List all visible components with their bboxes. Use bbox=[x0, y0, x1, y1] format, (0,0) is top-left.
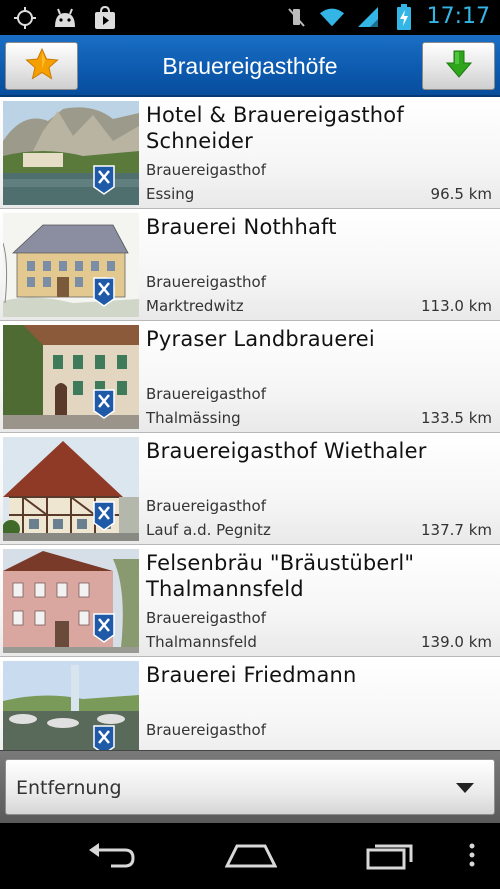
brewery-name: Brauerei Friedmann bbox=[146, 663, 357, 687]
recent-apps-button[interactable] bbox=[364, 837, 416, 877]
brewery-category: Brauereigasthof bbox=[146, 385, 266, 403]
brewery-location: Marktredwitz bbox=[146, 297, 244, 315]
favorites-button[interactable] bbox=[5, 42, 78, 90]
restaurant-marker-icon bbox=[93, 389, 115, 419]
brewery-distance: 137.7 km bbox=[420, 521, 492, 539]
status-bar: 17:17 bbox=[0, 0, 500, 35]
brewery-location: Lauf a.d. Pegnitz bbox=[146, 521, 271, 539]
gps-icon bbox=[12, 5, 38, 31]
status-clock: 17:17 bbox=[426, 4, 490, 29]
list-item[interactable]: Pyraser Landbrauerei Brauereigasthof Tha… bbox=[0, 321, 500, 433]
overflow-menu-button[interactable] bbox=[464, 837, 480, 877]
android-icon bbox=[52, 5, 78, 31]
download-arrow-icon bbox=[444, 49, 474, 83]
star-icon bbox=[24, 47, 59, 84]
action-bar: Brauereigasthöfe bbox=[0, 35, 500, 97]
signal-icon bbox=[355, 4, 381, 30]
restaurant-marker-icon bbox=[93, 725, 115, 750]
brewery-category: Brauereigasthof bbox=[146, 721, 266, 739]
brewery-location: Thalmannsfeld bbox=[146, 633, 257, 651]
brewery-list[interactable]: Hotel & Brauereigasthof Schneider Brauer… bbox=[0, 97, 500, 750]
brewery-category: Brauereigasthof bbox=[146, 609, 266, 627]
list-item[interactable]: Brauerei Friedmann Brauereigasthof bbox=[0, 657, 500, 750]
list-item[interactable]: Brauerei Nothhaft Brauereigasthof Marktr… bbox=[0, 209, 500, 321]
brewery-distance: 133.5 km bbox=[420, 409, 492, 427]
wifi-icon bbox=[319, 4, 345, 30]
sort-dropdown-value: Entfernung bbox=[16, 777, 122, 799]
brewery-category: Brauereigasthof bbox=[146, 273, 266, 291]
navigation-bar bbox=[0, 823, 500, 889]
list-item[interactable]: Brauereigasthof Wiethaler Brauereigastho… bbox=[0, 433, 500, 545]
menu-icon bbox=[468, 842, 476, 872]
thumbnail-photo bbox=[3, 325, 139, 429]
battery-charging-icon bbox=[391, 4, 417, 30]
thumbnail-photo bbox=[3, 213, 139, 317]
sort-bar: Entfernung bbox=[0, 750, 500, 823]
brewery-distance: 96.5 km bbox=[430, 185, 492, 203]
back-button[interactable] bbox=[86, 837, 136, 877]
sort-dropdown[interactable]: Entfernung bbox=[5, 759, 495, 815]
brewery-name: Hotel & Brauereigasthof Schneider bbox=[146, 103, 404, 153]
list-item[interactable]: Felsenbräu "Bräustüberl" Thalmannsfeld B… bbox=[0, 545, 500, 657]
restaurant-marker-icon bbox=[93, 613, 115, 643]
back-icon bbox=[87, 840, 135, 874]
brewery-location: Thalmässing bbox=[146, 409, 241, 427]
brewery-name: Felsenbräu "Bräustüberl" Thalmannsfeld bbox=[146, 551, 415, 601]
brewery-distance: 139.0 km bbox=[420, 633, 492, 651]
play-store-icon bbox=[92, 5, 118, 31]
restaurant-marker-icon bbox=[93, 277, 115, 307]
brewery-name: Brauerei Nothhaft bbox=[146, 215, 337, 239]
thumbnail-photo bbox=[3, 101, 139, 205]
page-title: Brauereigasthöfe bbox=[162, 53, 338, 79]
mute-icon bbox=[283, 4, 309, 30]
dropdown-arrow-icon bbox=[456, 783, 474, 793]
thumbnail-photo bbox=[3, 549, 139, 653]
list-item[interactable]: Hotel & Brauereigasthof Schneider Brauer… bbox=[0, 97, 500, 209]
brewery-location: Essing bbox=[146, 185, 195, 203]
download-button[interactable] bbox=[422, 42, 495, 90]
brewery-category: Brauereigasthof bbox=[146, 161, 266, 179]
brewery-category: Brauereigasthof bbox=[146, 497, 266, 515]
home-button[interactable] bbox=[224, 837, 278, 877]
thumbnail-photo bbox=[3, 661, 139, 750]
restaurant-marker-icon bbox=[93, 165, 115, 195]
restaurant-marker-icon bbox=[93, 501, 115, 531]
brewery-distance: 113.0 km bbox=[420, 297, 492, 315]
brewery-name: Brauereigasthof Wiethaler bbox=[146, 439, 427, 463]
recent-apps-icon bbox=[365, 840, 415, 874]
brewery-name: Pyraser Landbrauerei bbox=[146, 327, 375, 351]
home-icon bbox=[224, 840, 278, 874]
thumbnail-photo bbox=[3, 437, 139, 541]
